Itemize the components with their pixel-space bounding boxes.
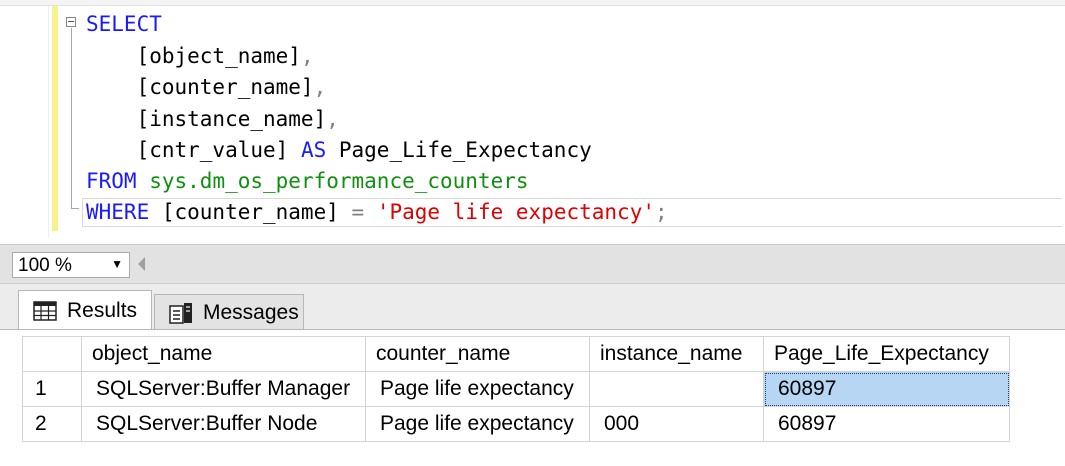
- code-line[interactable]: SELECT: [86, 9, 162, 40]
- code-token: [cntr_value]: [86, 138, 301, 162]
- grid-cell[interactable]: Page life expectancy: [365, 406, 590, 442]
- editor-top-strip: [0, 0, 1065, 6]
- table-row[interactable]: 1 SQLServer:Buffer Manager Page life exp…: [22, 371, 1010, 407]
- code-token: ,: [300, 44, 314, 68]
- grid-cell[interactable]: SQLServer:Buffer Node: [81, 406, 366, 442]
- code-token: WHERE: [86, 200, 150, 224]
- code-token: [counter_name]: [86, 75, 314, 99]
- column-header-instance-name[interactable]: instance_name: [589, 336, 764, 372]
- outline-guide: [71, 28, 72, 208]
- results-grid-area: object_name counter_name instance_name P…: [0, 329, 1065, 466]
- code-token: [object_name]: [86, 44, 301, 68]
- scroll-left-icon[interactable]: [138, 257, 145, 271]
- grid-cell[interactable]: 000: [589, 406, 764, 442]
- collapse-icon[interactable]: [66, 17, 76, 27]
- grid-cell-selected[interactable]: 60897: [763, 371, 1010, 407]
- tab-messages[interactable]: Messages: [154, 294, 304, 330]
- chevron-down-icon: ▼: [111, 257, 123, 271]
- messages-icon: [167, 301, 195, 325]
- code-token: =: [351, 200, 365, 224]
- zoom-dropdown[interactable]: 100 % ▼: [12, 252, 130, 278]
- column-header-page-life-expectancy[interactable]: Page_Life_Expectancy: [763, 336, 1010, 372]
- code-token: [counter_name]: [149, 200, 352, 224]
- column-header-counter-name[interactable]: counter_name: [365, 336, 590, 372]
- code-token: 'Page life expectancy': [376, 200, 655, 224]
- query-editor[interactable]: SELECT [object_name], [counter_name], [i…: [0, 0, 1065, 244]
- grid-header-row: object_name counter_name instance_name P…: [22, 336, 1010, 372]
- tab-results[interactable]: Results: [18, 290, 152, 331]
- line-number-gutter: [0, 6, 49, 238]
- code-line[interactable]: WHERE [counter_name] = 'Page life expect…: [86, 197, 668, 228]
- tab-messages-label: Messages: [203, 300, 299, 324]
- outline-guide-end: [71, 208, 79, 209]
- code-token: ,: [326, 107, 339, 131]
- code-line[interactable]: [cntr_value] AS Page_Life_Expectancy: [86, 135, 592, 166]
- code-line[interactable]: [counter_name],: [86, 72, 327, 103]
- tab-results-label: Results: [67, 299, 138, 322]
- code-token: SELECT: [86, 12, 162, 36]
- table-row[interactable]: 2 SQLServer:Buffer Node Page life expect…: [22, 406, 1010, 442]
- code-token: AS: [300, 138, 327, 162]
- code-token: [instance_name]: [86, 107, 327, 131]
- results-grid[interactable]: object_name counter_name instance_name P…: [22, 336, 1010, 442]
- zoom-value: 100 %: [18, 255, 72, 276]
- grid-cell[interactable]: [589, 371, 764, 407]
- code-token: ,: [313, 75, 327, 99]
- code-token: Page_Life_Expectancy: [326, 138, 592, 162]
- change-indicator-bar: [52, 6, 58, 231]
- code-line[interactable]: FROM sys.dm_os_performance_counters: [86, 166, 529, 197]
- grid-cell[interactable]: SQLServer:Buffer Manager: [81, 371, 366, 407]
- grid-cell[interactable]: Page life expectancy: [365, 371, 590, 407]
- results-tabbar: Results Messages: [0, 284, 1065, 331]
- column-header-object-name[interactable]: object_name: [81, 336, 366, 372]
- grid-cell[interactable]: 60897: [763, 406, 1010, 442]
- zoom-bar: 100 % ▼: [0, 244, 1065, 284]
- row-header-corner[interactable]: [22, 336, 82, 372]
- row-number[interactable]: 1: [22, 371, 82, 407]
- row-number[interactable]: 2: [22, 406, 82, 442]
- code-token: ;: [654, 200, 668, 224]
- code-token: sys.dm_os_performance_counters: [149, 169, 529, 193]
- code-line[interactable]: [object_name],: [86, 41, 314, 72]
- grid-icon: [31, 299, 59, 323]
- code-token: FROM: [86, 169, 137, 193]
- code-line[interactable]: [instance_name],: [86, 104, 339, 135]
